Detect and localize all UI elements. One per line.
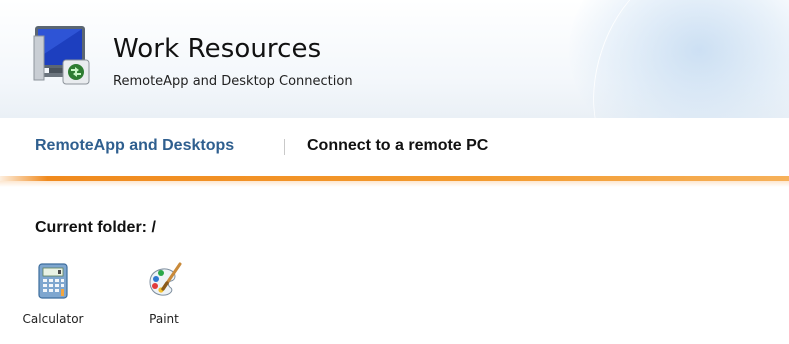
- app-label-calculator: Calculator: [22, 312, 84, 326]
- current-folder-label: Current folder: /: [35, 219, 156, 236]
- paint-palette-icon: [149, 262, 182, 296]
- header-banner: Work Resources RemoteApp and Desktop Con…: [0, 0, 789, 118]
- page-subtitle: RemoteApp and Desktop Connection: [113, 74, 353, 89]
- tab-connect-to-remote-pc[interactable]: Connect to a remote PC: [307, 137, 488, 155]
- top-nav: RemoteApp and Desktops Connect to a remo…: [0, 118, 789, 176]
- accent-bar-shadow: [0, 181, 789, 187]
- tab-remoteapp-and-desktops[interactable]: RemoteApp and Desktops: [35, 137, 234, 155]
- remote-desktop-monitor-icon: [33, 26, 90, 85]
- nav-divider: [284, 139, 285, 155]
- app-tile-paint[interactable]: Paint: [124, 262, 204, 326]
- app-label-paint: Paint: [149, 312, 179, 326]
- app-tile-calculator[interactable]: Calculator: [13, 262, 93, 326]
- page-title: Work Resources: [113, 34, 322, 64]
- calculator-icon: [38, 263, 68, 299]
